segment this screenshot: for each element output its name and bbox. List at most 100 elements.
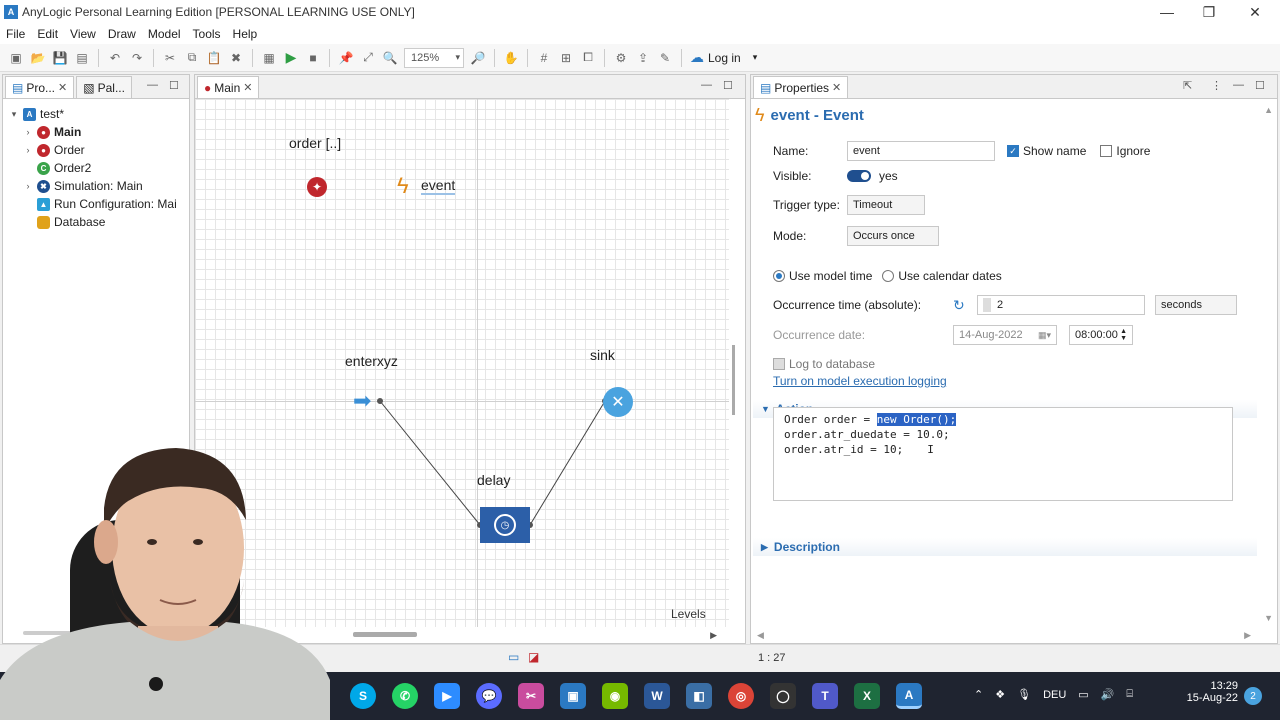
skype-icon[interactable]: S — [350, 683, 376, 709]
delay-block[interactable]: ◷ — [480, 507, 530, 543]
menu-model[interactable]: Model — [148, 27, 181, 41]
name-field[interactable]: event — [847, 141, 995, 161]
tab-main[interactable]: ● Main ✕ — [197, 76, 260, 98]
tab-projects[interactable]: ▤ Pro... ✕ — [5, 76, 75, 98]
save-icon[interactable]: 💾 — [52, 50, 68, 66]
zoom-in-icon[interactable]: 🔎 — [470, 50, 486, 66]
tree-item-simulation[interactable]: › ✖ Simulation: Main — [9, 177, 177, 195]
dropbox-icon[interactable]: ❖ — [995, 688, 1005, 701]
brush-icon[interactable]: ✎ — [657, 50, 673, 66]
anylogic-taskbar-icon[interactable]: A — [896, 683, 922, 709]
undo-icon[interactable]: ↶ — [107, 50, 123, 66]
sink-icon[interactable]: ✕ — [603, 387, 633, 417]
teams-icon[interactable]: T — [812, 683, 838, 709]
paste-icon[interactable]: 📋 — [206, 50, 222, 66]
maximize-icon[interactable]: ☐ — [1255, 79, 1265, 92]
menu-draw[interactable]: Draw — [108, 27, 136, 41]
notification-badge[interactable]: 2 — [1244, 687, 1262, 705]
menu-edit[interactable]: Edit — [37, 27, 58, 41]
show-name-checkbox[interactable]: ✓ — [1007, 145, 1019, 157]
use-model-time-radio[interactable] — [773, 270, 785, 282]
horizontal-scrollbar[interactable] — [353, 632, 417, 637]
clock[interactable]: 13:29 15-Aug-22 — [1178, 680, 1238, 704]
zoom-out-icon[interactable]: 🔍 — [382, 50, 398, 66]
zoom-combo[interactable]: 125% ▾ — [404, 47, 464, 68]
occurrence-time-field[interactable]: 2 — [977, 295, 1145, 315]
tree-item-order[interactable]: › ● Order — [9, 141, 177, 159]
stop-icon[interactable]: ■ — [305, 50, 321, 66]
save-all-icon[interactable]: ▤ — [74, 50, 90, 66]
delete-icon[interactable]: ✖ — [228, 50, 244, 66]
chevron-up-icon[interactable]: ⌃ — [974, 688, 983, 701]
close-icon[interactable]: ✕ — [243, 81, 252, 94]
open-icon[interactable]: 📂 — [30, 50, 46, 66]
chevron-down-icon[interactable]: ▾ — [9, 109, 19, 120]
pin-icon[interactable]: 📌 — [338, 50, 354, 66]
menu-help[interactable]: Help — [233, 27, 258, 41]
wand-icon[interactable]: ⚙ — [613, 50, 629, 66]
trigger-type-combo[interactable]: Timeout — [847, 195, 925, 215]
chevron-right-icon[interactable]: › — [23, 181, 33, 191]
visible-toggle[interactable] — [847, 170, 871, 182]
menu-view[interactable]: View — [70, 27, 96, 41]
tree-item-run-config[interactable]: ▲ Run Configuration: Mai — [9, 195, 177, 213]
minimize-icon[interactable]: — — [1233, 79, 1244, 91]
more-options-icon[interactable]: ⋮ — [1211, 79, 1222, 92]
tree-item-main[interactable]: › ● Main — [9, 123, 177, 141]
levels-label[interactable]: Levels — [671, 607, 706, 621]
scroll-down-icon[interactable]: ▼ — [1264, 613, 1273, 623]
network-icon[interactable]: ⌸ — [1126, 688, 1133, 701]
word-icon[interactable]: W — [644, 683, 670, 709]
status-indicator-icon[interactable]: ◪ — [528, 650, 539, 664]
use-calendar-radio[interactable] — [882, 270, 895, 282]
tab-properties[interactable]: ▤ Properties ✕ — [753, 76, 849, 98]
spinner-icon[interactable]: ▲ ▼ — [1120, 328, 1127, 342]
calendar-icon[interactable]: ▦▾ — [1038, 330, 1051, 341]
scroll-up-icon[interactable]: ▲ — [1264, 105, 1273, 115]
restore-button[interactable]: ❐ — [1186, 0, 1232, 24]
time-unit-combo[interactable]: seconds — [1155, 295, 1237, 315]
enter-arrow-icon[interactable]: ➡ — [353, 390, 371, 412]
close-button[interactable]: ✕ — [1232, 0, 1278, 24]
photos-icon[interactable]: ◧ — [686, 683, 712, 709]
chat-icon[interactable]: 💬 — [476, 683, 502, 709]
monitor-icon[interactable]: ▭ — [508, 650, 519, 664]
mode-combo[interactable]: Occurs once — [847, 226, 939, 246]
snipping-icon[interactable]: ✂ — [518, 683, 544, 709]
export-icon[interactable]: ⇪ — [635, 50, 651, 66]
tree-item-test[interactable]: ▾ A test* — [9, 105, 177, 123]
ignore-checkbox[interactable] — [1100, 145, 1113, 157]
export-properties-icon[interactable]: ⇱ — [1183, 79, 1192, 92]
pan-icon[interactable]: ✋ — [503, 50, 519, 66]
tree-item-database[interactable]: Database — [9, 213, 177, 231]
tab-palette[interactable]: ▧ Pal... — [76, 76, 132, 98]
close-icon[interactable]: ✕ — [832, 81, 841, 94]
minimize-icon[interactable]: — — [701, 79, 712, 91]
layers-icon[interactable]: ⧠ — [580, 50, 596, 66]
cut-icon[interactable]: ✂ — [162, 50, 178, 66]
microphone-icon[interactable]: 🎙 — [1017, 688, 1031, 701]
tree-item-order2[interactable]: C Order2 — [9, 159, 177, 177]
nvidia-icon[interactable]: ◉ — [602, 683, 628, 709]
whatsapp-icon[interactable]: ✆ — [392, 683, 418, 709]
oculus-icon[interactable]: ◯ — [770, 683, 796, 709]
occurrence-date-field[interactable]: 14-Aug-2022 ▦▾ — [953, 325, 1057, 345]
login-button[interactable]: ☁ Log in ▾ — [690, 49, 757, 66]
chevron-right-icon[interactable]: › — [23, 145, 33, 155]
occurrence-clock-field[interactable]: 08:00:00 ▲ ▼ — [1069, 325, 1133, 345]
maximize-icon[interactable]: ☐ — [723, 79, 733, 92]
grid-icon[interactable]: # — [536, 50, 552, 66]
display-icon[interactable]: ▭ — [1078, 688, 1088, 701]
action-code-editor[interactable]: Order order = new Order(); order.atr_due… — [773, 407, 1233, 501]
window-app-icon[interactable]: ▣ — [560, 683, 586, 709]
maximize-icon[interactable]: ☐ — [169, 79, 179, 92]
chevron-right-icon[interactable]: ▶ — [710, 630, 717, 641]
menu-tools[interactable]: Tools — [193, 27, 221, 41]
new-model-icon[interactable]: ▣ — [8, 50, 24, 66]
run-icon[interactable]: ▶ — [283, 49, 299, 66]
dynamic-value-icon[interactable]: ↻ — [953, 297, 977, 314]
turn-on-logging-link[interactable]: Turn on model execution logging — [773, 374, 947, 388]
volume-icon[interactable]: 🔊 — [1101, 688, 1115, 701]
snap-icon[interactable]: ⊞ — [558, 50, 574, 66]
minimize-button[interactable]: — — [1144, 0, 1190, 24]
